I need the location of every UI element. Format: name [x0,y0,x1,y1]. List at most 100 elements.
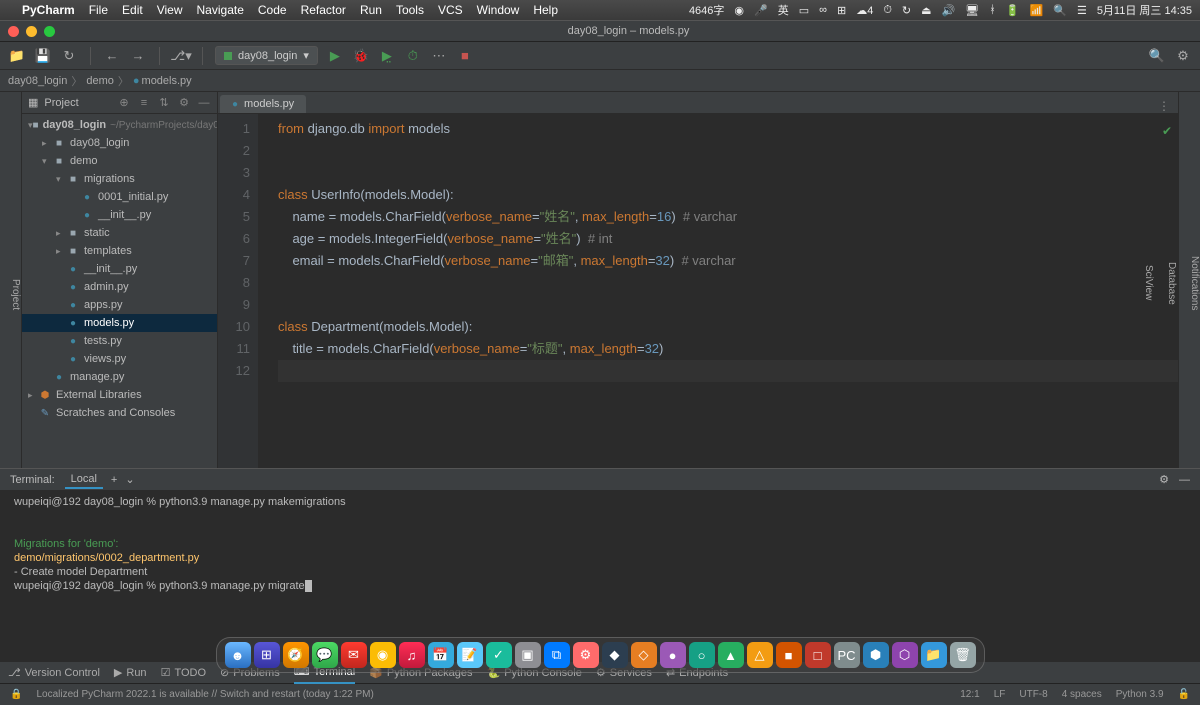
settings-icon[interactable]: ⚙ [1174,47,1192,65]
terminal-title: Terminal: [10,474,55,486]
window-titlebar: day08_login – models.py [0,20,1200,42]
scratches[interactable]: ✎Scratches and Consoles [22,404,217,422]
tree-item[interactable]: ●admin.py [22,278,217,296]
tree-root[interactable]: ▾■ day08_login ~/PycharmProjects/day08_l… [22,116,217,134]
sidebar-header: ▦ Project ⊕ ≡ ⇅ ⚙ — [22,92,217,114]
search-everywhere-icon[interactable]: 🔍 [1148,47,1166,65]
collapse-all-icon[interactable]: ⇅ [157,96,171,109]
terminal-dropdown-icon[interactable]: ⌄ [125,473,134,486]
tree-item[interactable]: ▸■templates [22,242,217,260]
status-indent[interactable]: 4 spaces [1062,689,1102,700]
menu-help[interactable]: Help [533,3,558,17]
app-name[interactable]: PyCharm [22,3,75,17]
code-content[interactable]: ✔ from django.db import models class Use… [258,114,1178,468]
tool-services[interactable]: ⚙ Services [596,666,652,679]
tool-terminal[interactable]: ⌨ Terminal [294,662,355,684]
status-caret[interactable]: 12:1 [960,689,979,700]
new-terminal-icon[interactable]: + [111,474,117,486]
tool-endpoints[interactable]: ⇄ Endpoints [666,666,728,679]
menu-tools[interactable]: Tools [396,3,424,17]
minimize-window-button[interactable] [26,26,37,37]
coverage-icon[interactable]: ▶̤ [378,47,396,65]
tool-packages[interactable]: 📦 Python Packages [369,666,472,679]
back-icon[interactable]: ← [103,47,121,65]
tree-item[interactable]: ●models.py [22,314,217,332]
menu-edit[interactable]: Edit [122,3,143,17]
forward-icon[interactable]: → [129,47,147,65]
open-icon[interactable]: 📁 [8,47,26,65]
tree-item[interactable]: ▸■static [22,224,217,242]
profile-icon[interactable]: ⏱ [404,47,422,65]
crumb-1[interactable]: demo [86,75,114,87]
terminal-tab-local[interactable]: Local [65,471,103,489]
external-libraries[interactable]: ▸⬢External Libraries [22,386,217,404]
bottom-toolstrip: ⎇ Version Control ▶ Run ☑ TODO ⊘ Problem… [0,661,1200,683]
menu-file[interactable]: File [89,3,108,17]
tree-item[interactable]: ●manage.py [22,368,217,386]
status-encoding[interactable]: UTF-8 [1019,689,1047,700]
stop-icon[interactable]: ■ [456,47,474,65]
hide-panel-icon[interactable]: — [197,97,211,109]
tab-models[interactable]: ● models.py [220,95,306,113]
tree-item[interactable]: ▾■demo [22,152,217,170]
tool-run[interactable]: ▶ Run [114,666,147,679]
tree-item[interactable]: ●apps.py [22,296,217,314]
tree-item[interactable]: ▸■day08_login [22,134,217,152]
terminal-settings-icon[interactable]: ⚙ [1159,473,1169,486]
tree-item[interactable]: ●__init__.py [22,260,217,278]
left-tool-gutter[interactable]: Project [0,92,22,468]
terminal-hide-icon[interactable]: — [1179,474,1190,486]
run-config-label: day08_login [238,50,297,62]
status-lock-icon[interactable]: 🔒 [10,689,22,700]
bluetooth-icon: ᚼ [989,4,996,16]
clock-date[interactable]: 5月11日 周三 14:35 [1097,2,1192,18]
save-icon[interactable]: 💾 [34,47,52,65]
tree-item[interactable]: ▾■migrations [22,170,217,188]
tree-item[interactable]: ●0001_initial.py [22,188,217,206]
project-icon: ▦ [28,96,38,109]
status-line-sep[interactable]: LF [994,689,1006,700]
clock-icon: ⏱ [883,4,892,17]
status-readonly-icon[interactable]: 🔓 [1178,689,1190,700]
project-tree[interactable]: ▾■ day08_login ~/PycharmProjects/day08_l… [22,114,217,468]
settings-tree-icon[interactable]: ⚙ [177,96,191,109]
tool-version-control[interactable]: ⎇ Version Control [8,666,100,679]
reload-icon[interactable]: ↻ [60,47,78,65]
more-run-icon[interactable]: ⋯ [430,47,448,65]
code-area[interactable]: 123456789101112 ✔ from django.db import … [218,114,1178,468]
terminal-body[interactable]: wupeiqi@192 day08_login % python3.9 mana… [0,491,1200,661]
control-center-icon[interactable]: ☰ [1077,4,1087,17]
close-window-button[interactable] [8,26,19,37]
menu-run[interactable]: Run [360,3,382,17]
infinity-icon: ∞ [819,4,827,16]
menu-refactor[interactable]: Refactor [301,3,346,17]
mic-icon: 🎤 [754,4,768,17]
tree-item[interactable]: ●views.py [22,350,217,368]
menu-vcs[interactable]: VCS [438,3,463,17]
zoom-window-button[interactable] [44,26,55,37]
menu-navigate[interactable]: Navigate [197,3,244,17]
crumb-0[interactable]: day08_login [8,75,67,87]
notifications-tool[interactable]: Notifications [1189,98,1200,468]
inspection-ok-icon[interactable]: ✔ [1162,120,1172,142]
tree-item[interactable]: ●tests.py [22,332,217,350]
mac-menubar: PyCharm File Edit View Navigate Code Ref… [0,0,1200,20]
sidebar-title[interactable]: Project [44,97,111,109]
expand-all-icon[interactable]: ≡ [137,97,151,109]
search-icon[interactable]: 🔍 [1053,4,1067,17]
crumb-2[interactable]: models.py [142,75,192,87]
status-interpreter[interactable]: Python 3.9 [1116,689,1164,700]
select-opened-icon[interactable]: ⊕ [117,96,131,109]
debug-icon[interactable]: 🐞 [352,47,370,65]
menu-view[interactable]: View [157,3,183,17]
tool-problems[interactable]: ⊘ Problems [220,666,280,679]
tool-console[interactable]: 🐍 Python Console [487,666,582,679]
menu-window[interactable]: Window [477,3,520,17]
tool-todo[interactable]: ☑ TODO [161,666,206,679]
menu-code[interactable]: Code [258,3,287,17]
tree-item[interactable]: ●__init__.py [22,206,217,224]
run-config-selector[interactable]: day08_login ▾ [215,46,318,65]
run-icon[interactable]: ▶ [326,47,344,65]
term-create: - Create model Department [14,565,1186,579]
branch-icon[interactable]: ⎇▾ [172,47,190,65]
